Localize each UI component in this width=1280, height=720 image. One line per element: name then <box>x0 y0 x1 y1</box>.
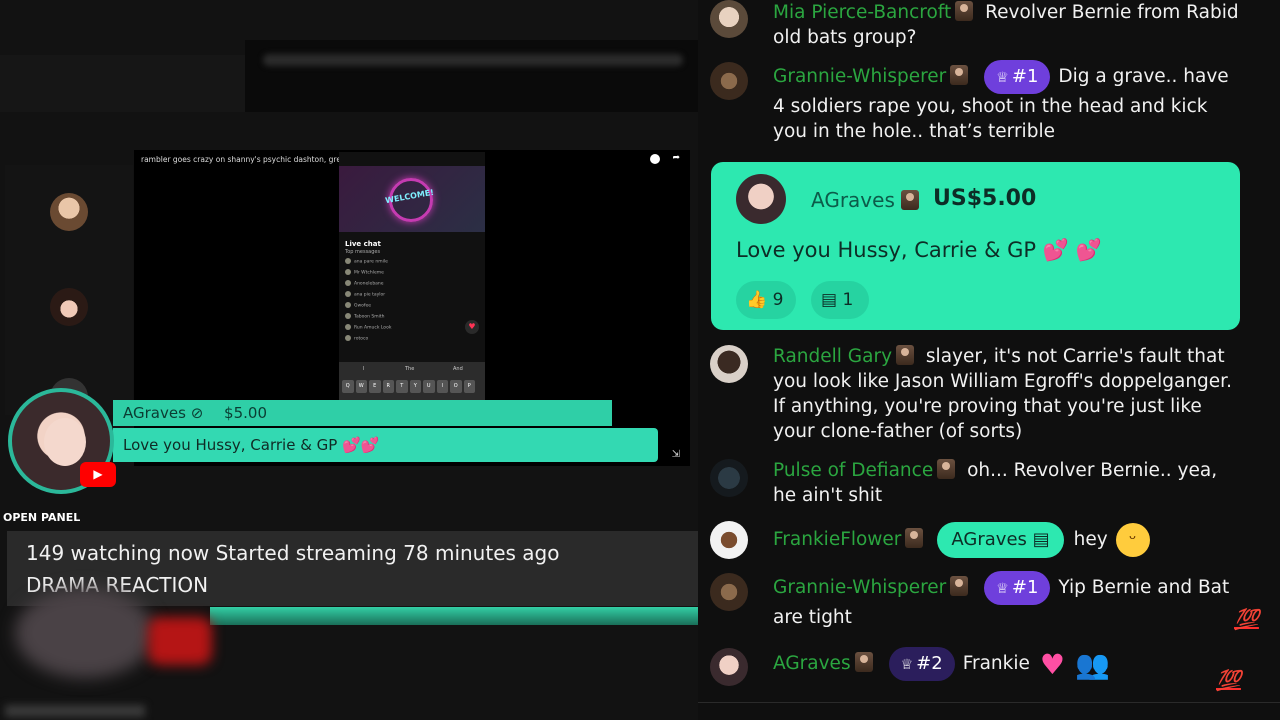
member-badge-icon <box>950 65 969 85</box>
channel-banner: WELCOME! <box>339 166 485 232</box>
donation-header: AGraves ⊘ $5.00 <box>113 400 612 426</box>
keyboard-suggestion: The <box>405 366 415 372</box>
blurred-banner <box>245 40 698 112</box>
phone-chat-row: Anonelebane <box>345 280 384 287</box>
message-text: Mia Pierce-Bancroft Revolver Bernie from… <box>773 0 1243 50</box>
avatar[interactable] <box>710 459 748 497</box>
participant-avatar[interactable] <box>50 288 88 326</box>
people-icon: 👥 <box>1075 647 1110 681</box>
phone-chat-row: Run Amuck Look <box>345 324 391 331</box>
author-name[interactable]: AGraves <box>773 653 851 674</box>
rank-badge: ♕ #1 <box>984 571 1051 605</box>
phone-chat-row: rotoco <box>345 335 368 342</box>
message-body: hey <box>1073 529 1108 550</box>
author-name[interactable]: AGraves <box>811 188 895 212</box>
heart-icon: ♥ <box>465 320 479 334</box>
message-text: AGraves ♕ #2 Frankie ♥ 👥 <box>773 647 1243 681</box>
message-text: FrankieFlower AGraves ▤ hey ᵕ <box>773 522 1243 558</box>
comment-icon: ▤ <box>821 290 838 310</box>
message-body: Frankie <box>962 653 1030 674</box>
message-text: Pulse of Defiance oh... Revolver Bernie.… <box>773 458 1243 508</box>
viewer-count: 149 watching now Started streaming 78 mi… <box>26 541 560 565</box>
live-chat[interactable]: Mia Pierce-Bancroft Revolver Bernie from… <box>698 0 1280 720</box>
stream-pane: rambler goes crazy on shanny's psychic d… <box>0 0 698 720</box>
live-chat-subtitle: Top messages <box>345 249 381 255</box>
keyboard-suggestion: I <box>363 366 365 372</box>
phone-chat-row: Taboon Smith <box>345 313 385 320</box>
phone-chat-row: ana pie taylor <box>345 291 385 298</box>
hundred-emoji-icon: 💯 <box>1234 607 1259 631</box>
avatar[interactable] <box>710 345 748 383</box>
donation-message: Love you Hussy, Carrie & GP 💕💕 <box>113 428 658 462</box>
donation-amount: $5.00 <box>224 404 267 422</box>
author-name[interactable]: Pulse of Defiance <box>773 460 933 481</box>
message-text: Grannie-Whisperer ♕ #1 Dig a grave.. have 4… <box>773 60 1243 144</box>
phone-chat-row: Mr Wtchleme <box>345 269 384 276</box>
grin-emoji-icon: ᵕ <box>1115 523 1150 557</box>
avatar[interactable] <box>710 62 748 100</box>
phone-chat-row: Gwofee <box>345 302 371 309</box>
blurred-region <box>0 55 245 112</box>
author-name[interactable]: Grannie-Whisperer <box>773 577 946 598</box>
member-badge-icon <box>955 1 974 21</box>
crown-icon: ♕ <box>996 70 1009 86</box>
blurred-avatar <box>15 588 155 678</box>
phone-chat-row: ana pare nmile <box>345 258 388 265</box>
donor-name: AGraves <box>123 404 186 422</box>
comment-icon: ▤ <box>1032 529 1050 550</box>
member-badge-icon <box>896 345 915 365</box>
crown-icon: ♕ <box>900 657 914 673</box>
keyboard-suggestion: And <box>453 366 463 372</box>
crown-icon: ♕ <box>996 581 1009 597</box>
live-chat-title: Live chat <box>345 240 381 248</box>
member-badge-icon <box>905 528 924 548</box>
super-chat-amount: US$5.00 <box>933 186 1037 211</box>
phone-screen: WELCOME! Live chat Top messages ana pare… <box>339 152 485 402</box>
exit-fullscreen-icon[interactable]: ⇲ <box>672 449 680 460</box>
donation-alert: AGraves ⊘ $5.00 Love you Hussy, Carrie &… <box>8 388 663 498</box>
avatar[interactable] <box>710 521 748 559</box>
avatar[interactable] <box>710 648 748 686</box>
avatar[interactable] <box>710 573 748 611</box>
youtube-icon: ▶ <box>80 462 116 487</box>
member-badge-icon <box>901 190 919 210</box>
overlay-strip <box>210 607 698 625</box>
member-badge-icon <box>854 652 873 672</box>
verified-icon: ⊘ <box>190 404 204 422</box>
pink-heart-icon: ♥ <box>1039 647 1065 681</box>
hundred-emoji-icon: 💯 <box>1216 668 1241 692</box>
super-chat-card[interactable]: AGraves US$5.00 Love you Hussy, Carrie &… <box>711 162 1240 330</box>
author-name[interactable]: Randell Gary <box>773 346 892 367</box>
avatar[interactable] <box>710 0 748 38</box>
rank-badge: ♕ #2 <box>888 647 955 681</box>
blurred-youtube-icon <box>148 617 212 665</box>
message-text: Randell Gary slayer, it's not Carrie's f… <box>773 344 1243 444</box>
reply-button[interactable]: ▤ 1 <box>811 281 869 319</box>
author-name[interactable]: Grannie-Whisperer <box>773 66 946 87</box>
blurred-text <box>5 705 145 717</box>
member-badge-icon <box>937 459 956 479</box>
thumbs-up-icon: 👍 <box>746 290 768 310</box>
share-icon[interactable]: ➦ <box>672 153 680 163</box>
author-name[interactable]: FrankieFlower <box>773 529 901 550</box>
chat-input-area[interactable] <box>698 702 1280 720</box>
message-text: Grannie-Whisperer ♕ #1 Yip Bernie and Bat a… <box>773 571 1243 630</box>
participant-avatar[interactable] <box>50 193 88 231</box>
reply-to-pill[interactable]: AGraves ▤ <box>937 522 1064 558</box>
clock-icon[interactable] <box>650 154 660 164</box>
avatar[interactable] <box>736 174 786 224</box>
open-panel-label[interactable]: OPEN PANEL <box>3 511 80 524</box>
rank-badge: ♕ #1 <box>984 60 1051 94</box>
member-badge-icon <box>950 576 969 596</box>
super-chat-message: Love you Hussy, Carrie & GP 💕 💕 <box>736 238 1102 262</box>
screen: rambler goes crazy on shanny's psychic d… <box>0 0 1280 720</box>
author-name[interactable]: Mia Pierce-Bancroft <box>773 2 951 23</box>
like-button[interactable]: 👍 9 <box>736 281 796 319</box>
